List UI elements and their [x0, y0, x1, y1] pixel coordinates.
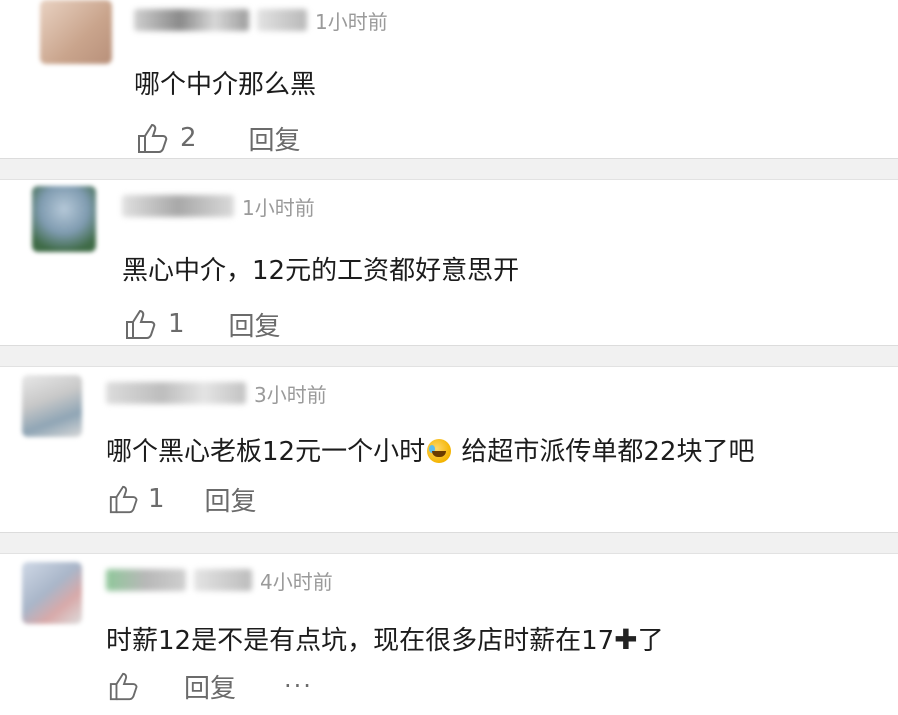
comment-header: 1小时前 — [122, 192, 315, 220]
comment-actions: 1 回复 — [124, 304, 281, 344]
avatar[interactable] — [22, 375, 82, 437]
comment-divider — [0, 532, 898, 554]
comment-item: 3小时前 哪个黑心老板12元一个小时 给超市派传单都22块了吧 1 回复 — [0, 367, 898, 532]
comment-divider — [0, 345, 898, 367]
comment-text: 黑心中介，12元的工资都好意思开 — [122, 256, 520, 286]
avatar[interactable] — [40, 0, 112, 64]
comment-divider — [0, 158, 898, 180]
comment-header: 1小时前 — [134, 6, 388, 34]
comment-text: 哪个中介那么黑 — [134, 70, 317, 100]
comment-header: 4小时前 — [106, 566, 333, 594]
like-button[interactable]: 2 — [136, 121, 197, 155]
comment-time: 3小时前 — [254, 382, 327, 407]
username-blurred[interactable] — [106, 569, 186, 591]
comment-actions: 回复 ··· — [108, 666, 313, 706]
comment-text-part: 时薪12是不是有点坑，现在很多店时薪在17 — [106, 626, 615, 656]
comment-actions: 2 回复 — [136, 118, 301, 158]
like-count: 2 — [180, 123, 197, 153]
like-button[interactable] — [108, 670, 140, 702]
more-options-button[interactable]: ··· — [284, 674, 313, 698]
username-blurred[interactable] — [106, 382, 246, 404]
comment-feed: 1小时前 哪个中介那么黑 2 回复 1小时前 黑心中介，12元的工资都好意思开 — [0, 0, 898, 715]
comment-actions: 1 回复 — [108, 479, 257, 519]
comment-item: 1小时前 黑心中介，12元的工资都好意思开 1 回复 — [0, 180, 898, 345]
like-button[interactable]: 1 — [124, 307, 185, 341]
comment-item: 4小时前 时薪12是不是有点坑，现在很多店时薪在17✚了 回复 ··· — [0, 554, 898, 715]
comment-header: 3小时前 — [106, 379, 327, 407]
thumbs-up-icon — [108, 483, 140, 515]
comment-text-part: 给超市派传单都22块了吧 — [453, 437, 755, 467]
comment-text-part: 哪个黑心老板12元一个小时 — [106, 437, 426, 467]
comment-time: 1小时前 — [315, 9, 388, 34]
thumbs-up-icon — [136, 121, 170, 155]
reply-button[interactable]: 回复 — [229, 306, 281, 343]
username-blurred[interactable] — [122, 195, 234, 217]
reply-button[interactable]: 回复 — [205, 481, 257, 518]
thumbs-up-icon — [124, 307, 158, 341]
username-blurred[interactable] — [134, 9, 249, 31]
like-count: 1 — [168, 309, 185, 339]
avatar[interactable] — [32, 186, 96, 252]
reply-button[interactable]: 回复 — [249, 120, 301, 157]
comment-time: 1小时前 — [242, 195, 315, 220]
comment-text-part: 了 — [637, 626, 664, 656]
thumbs-up-icon — [108, 670, 140, 702]
like-button[interactable]: 1 — [108, 483, 165, 515]
laughing-tears-emoji-icon — [427, 439, 452, 463]
like-count: 1 — [148, 484, 165, 514]
comment-item: 1小时前 哪个中介那么黑 2 回复 — [0, 0, 898, 158]
username-blurred — [257, 9, 307, 31]
comment-text: 哪个黑心老板12元一个小时 给超市派传单都22块了吧 — [106, 431, 754, 468]
plus-glyph: ✚ — [614, 623, 638, 656]
reply-button[interactable]: 回复 — [184, 668, 236, 705]
comment-time: 4小时前 — [260, 569, 333, 594]
comment-text: 时薪12是不是有点坑，现在很多店时薪在17✚了 — [106, 620, 664, 657]
avatar[interactable] — [22, 562, 82, 624]
username-blurred — [194, 569, 252, 591]
